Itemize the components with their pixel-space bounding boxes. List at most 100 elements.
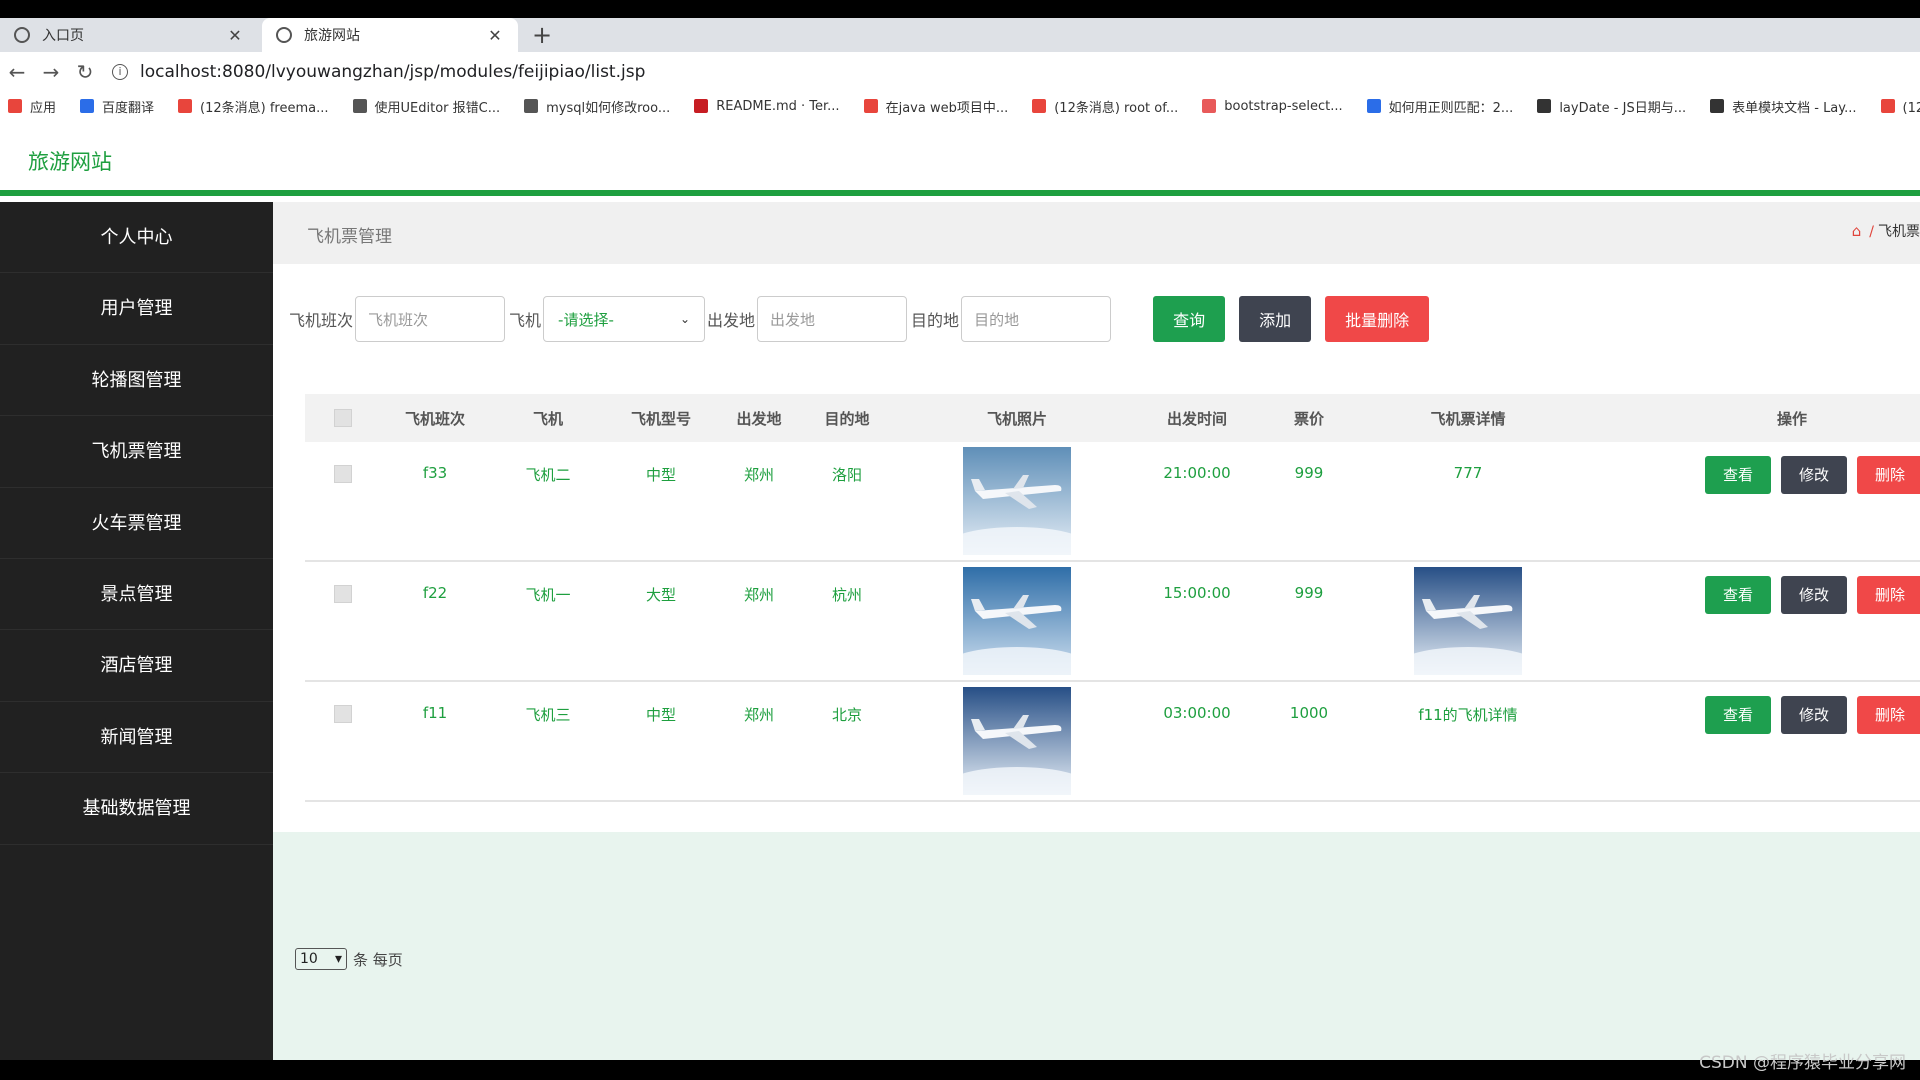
plane-select[interactable]: -请选择- ⌄	[543, 296, 706, 342]
bookmark-label: 使用UEditor 报错C...	[374, 100, 501, 116]
cell-time: 21:00:00	[1163, 464, 1231, 482]
table-row: f22 飞机一 大型 郑州 杭州 15:00:00 999 查看 修改 删除	[305, 562, 1920, 682]
to-placeholder: 目的地	[974, 310, 1020, 329]
bookmark-label: (12条消息	[1902, 100, 1920, 116]
table-header: 飞机班次 飞机 飞机型号 出发地 目的地 飞机照片 出发时间 票价 飞机票详情 操作	[305, 394, 1920, 442]
brand-title[interactable]: 旅游网站	[28, 146, 112, 176]
plane-photo	[963, 447, 1071, 555]
gitee-icon	[694, 99, 709, 113]
translate-icon	[80, 99, 95, 113]
browser-tab-site[interactable]: 旅游网站 ✕	[262, 18, 518, 52]
generic-icon	[524, 99, 539, 113]
cell-detail: f11的飞机详情	[1418, 706, 1518, 724]
view-button[interactable]: 查看	[1705, 576, 1771, 614]
bookmark-label: mysql如何修改roo...	[546, 100, 671, 116]
close-icon[interactable]: ✕	[226, 26, 244, 45]
column-header: 操作	[1776, 409, 1808, 428]
app: 旅游网站 个人中心 用户管理 轮播图管理 飞机票管理 火车票管理 景点管理 酒店管理 新闻管理…	[0, 120, 1920, 1060]
bookmark-item[interactable]: 表单模块文档 - Lay...	[1710, 97, 1857, 116]
csdn-icon	[1880, 99, 1895, 113]
row-checkbox[interactable]	[334, 585, 352, 603]
bookmark-item[interactable]: README.md · Ter...	[694, 99, 840, 114]
query-button[interactable]: 查询	[1153, 296, 1226, 342]
sidebar-item[interactable]: 个人中心	[0, 202, 273, 274]
plane-photo	[963, 567, 1071, 675]
baidu-icon	[1366, 99, 1381, 113]
shield-icon	[276, 27, 292, 43]
sidebar-item[interactable]: 用户管理	[0, 273, 273, 345]
sidebar-item[interactable]: 新闻管理	[0, 702, 273, 774]
bookmark-item[interactable]: (12条消息) freema...	[178, 97, 329, 116]
page-size-select[interactable]: 10 ▾	[295, 948, 347, 970]
page-title: 飞机票管理	[307, 227, 392, 247]
bookmark-item[interactable]: (12条消息) root of...	[1032, 97, 1178, 116]
sidebar-item[interactable]: 景点管理	[0, 559, 273, 631]
close-icon[interactable]: ✕	[486, 26, 504, 45]
cell-flight: f33	[422, 464, 448, 482]
row-checkbox[interactable]	[334, 705, 352, 723]
bookmark-item[interactable]: layDate - JS日期与...	[1537, 97, 1686, 116]
cell-price: 999	[1294, 584, 1324, 602]
back-icon[interactable]: ←	[0, 60, 34, 84]
screen-top-strip	[0, 0, 1920, 18]
select-all-checkbox[interactable]	[334, 409, 352, 427]
cell-flight: f11	[422, 704, 448, 722]
from-input[interactable]: 出发地	[757, 296, 908, 342]
cell-plane: 飞机三	[525, 706, 571, 724]
flight-label: 飞机班次	[289, 311, 354, 330]
sidebar-item[interactable]: 火车票管理	[0, 488, 273, 559]
bookmark-label: (12条消息) root of...	[1054, 100, 1179, 116]
layui-icon	[1537, 99, 1552, 113]
flight-input[interactable]: 飞机班次	[355, 296, 506, 342]
delete-button[interactable]: 删除	[1857, 696, 1920, 734]
url-field[interactable]: i localhost:8080/lvyouwangzhan/jsp/modul…	[112, 62, 645, 82]
bookmark-item[interactable]: 百度翻译	[80, 97, 154, 116]
tab-title: 旅游网站	[304, 28, 360, 44]
breadcrumb: ⌂ / 飞机票	[1852, 221, 1920, 241]
flight-placeholder: 飞机班次	[368, 310, 429, 329]
to-input[interactable]: 目的地	[961, 296, 1112, 342]
cell-time: 15:00:00	[1163, 584, 1231, 602]
view-button[interactable]: 查看	[1705, 696, 1771, 734]
bookmark-item[interactable]: 在java web项目中...	[863, 97, 1009, 116]
reload-icon[interactable]: ↻	[68, 60, 102, 84]
new-tab-button[interactable]: +	[530, 18, 554, 52]
column-header: 目的地	[824, 409, 870, 428]
to-label: 目的地	[911, 311, 960, 330]
bookmark-label: 百度翻译	[102, 100, 155, 116]
sidebar-item[interactable]: 飞机票管理	[0, 416, 273, 488]
pagination: 10 ▾ 条 每页	[295, 948, 403, 970]
bookmark-label: 在java web项目中...	[885, 100, 1009, 116]
ticket-table: 飞机班次 飞机 飞机型号 出发地 目的地 飞机照片 出发时间 票价 飞机票详情 操作 f33 飞机二…	[305, 394, 1920, 802]
add-button[interactable]: 添加	[1239, 296, 1312, 342]
sidebar-item[interactable]: 轮播图管理	[0, 345, 273, 417]
view-button[interactable]: 查看	[1705, 456, 1771, 494]
edit-button[interactable]: 修改	[1781, 696, 1847, 734]
home-icon[interactable]: ⌂	[1852, 222, 1862, 240]
search-form: 飞机班次 飞机班次 飞机 -请选择- ⌄ 出发地 出发地 目的地 目的地 查询 添…	[289, 296, 1430, 342]
sidebar-item[interactable]: 基础数据管理	[0, 773, 273, 845]
sidebar-item[interactable]: 酒店管理	[0, 630, 273, 702]
edit-button[interactable]: 修改	[1781, 576, 1847, 614]
browser-tab-entry[interactable]: 入口页 ✕	[0, 18, 258, 52]
row-checkbox[interactable]	[334, 465, 352, 483]
bookmark-item[interactable]: mysql如何修改roo...	[524, 97, 670, 116]
cell-plane: 飞机二	[525, 466, 571, 484]
info-icon[interactable]: i	[112, 64, 128, 80]
delete-button[interactable]: 删除	[1857, 456, 1920, 494]
batch-delete-button[interactable]: 批量删除	[1325, 296, 1430, 342]
breadcrumb-separator: /	[1869, 224, 1874, 240]
bookmark-item[interactable]: bootstrap-select...	[1202, 99, 1343, 114]
cell-time: 03:00:00	[1163, 704, 1231, 722]
bookmark-item[interactable]: 应用	[8, 97, 56, 116]
edit-button[interactable]: 修改	[1781, 456, 1847, 494]
bookmark-item[interactable]: 如何用正则匹配：2...	[1366, 97, 1513, 116]
from-placeholder: 出发地	[770, 310, 816, 329]
bookmark-item[interactable]: 使用UEditor 报错C...	[352, 97, 501, 116]
delete-button[interactable]: 删除	[1857, 576, 1920, 614]
forward-icon[interactable]: →	[34, 60, 68, 84]
cell-detail: 777	[1453, 464, 1483, 482]
detail-photo	[1414, 567, 1522, 675]
bookmark-item[interactable]: (12条消息	[1880, 97, 1920, 116]
table-body: f33 飞机二 中型 郑州 洛阳 21:00:00 999 777 查看 修改 删除 f22 飞机一 大型…	[305, 442, 1920, 802]
